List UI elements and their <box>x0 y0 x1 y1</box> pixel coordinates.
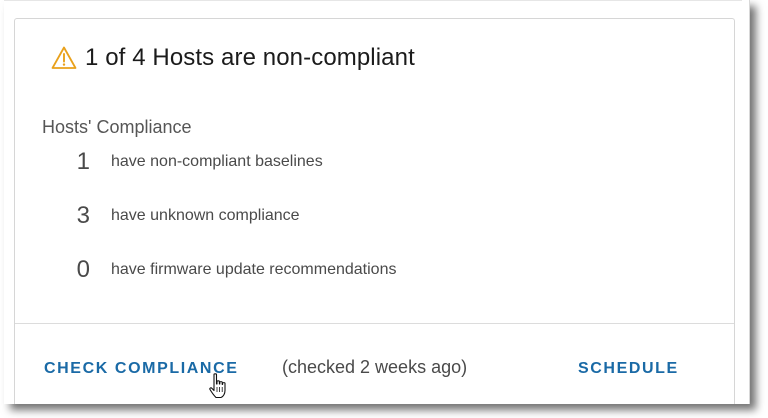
last-checked-note: (checked 2 weeks ago) <box>282 357 468 377</box>
stat-row-unknown: 3 have unknown compliance <box>42 201 300 231</box>
section-label: Hosts' Compliance <box>42 117 192 137</box>
stat-row-non-compliant: 1 have non-compliant baselines <box>42 147 323 177</box>
card-title: 1 of 4 Hosts are non-compliant <box>85 44 415 71</box>
hand-cursor-icon <box>208 373 230 399</box>
window-frame: 1 of 4 Hosts are non-compliant Hosts' Co… <box>4 0 750 404</box>
stat-description: have firmware update recommendations <box>111 261 397 278</box>
top-divider <box>4 0 742 1</box>
stat-count: 0 <box>76 256 90 283</box>
stat-row-firmware: 0 have firmware update recommendations <box>42 255 397 285</box>
stat-description: have non-compliant baselines <box>111 153 323 170</box>
stat-count: 3 <box>76 202 90 229</box>
card-header: 1 of 4 Hosts are non-compliant <box>51 43 415 73</box>
stat-count: 1 <box>76 148 90 175</box>
schedule-button[interactable]: SCHEDULE <box>578 360 679 378</box>
warning-icon <box>51 45 77 71</box>
card-footer: CHECK COMPLIANCE (checked 2 weeks ago) S… <box>15 324 734 405</box>
stat-description: have unknown compliance <box>111 207 300 224</box>
compliance-card: 1 of 4 Hosts are non-compliant Hosts' Co… <box>14 18 735 404</box>
